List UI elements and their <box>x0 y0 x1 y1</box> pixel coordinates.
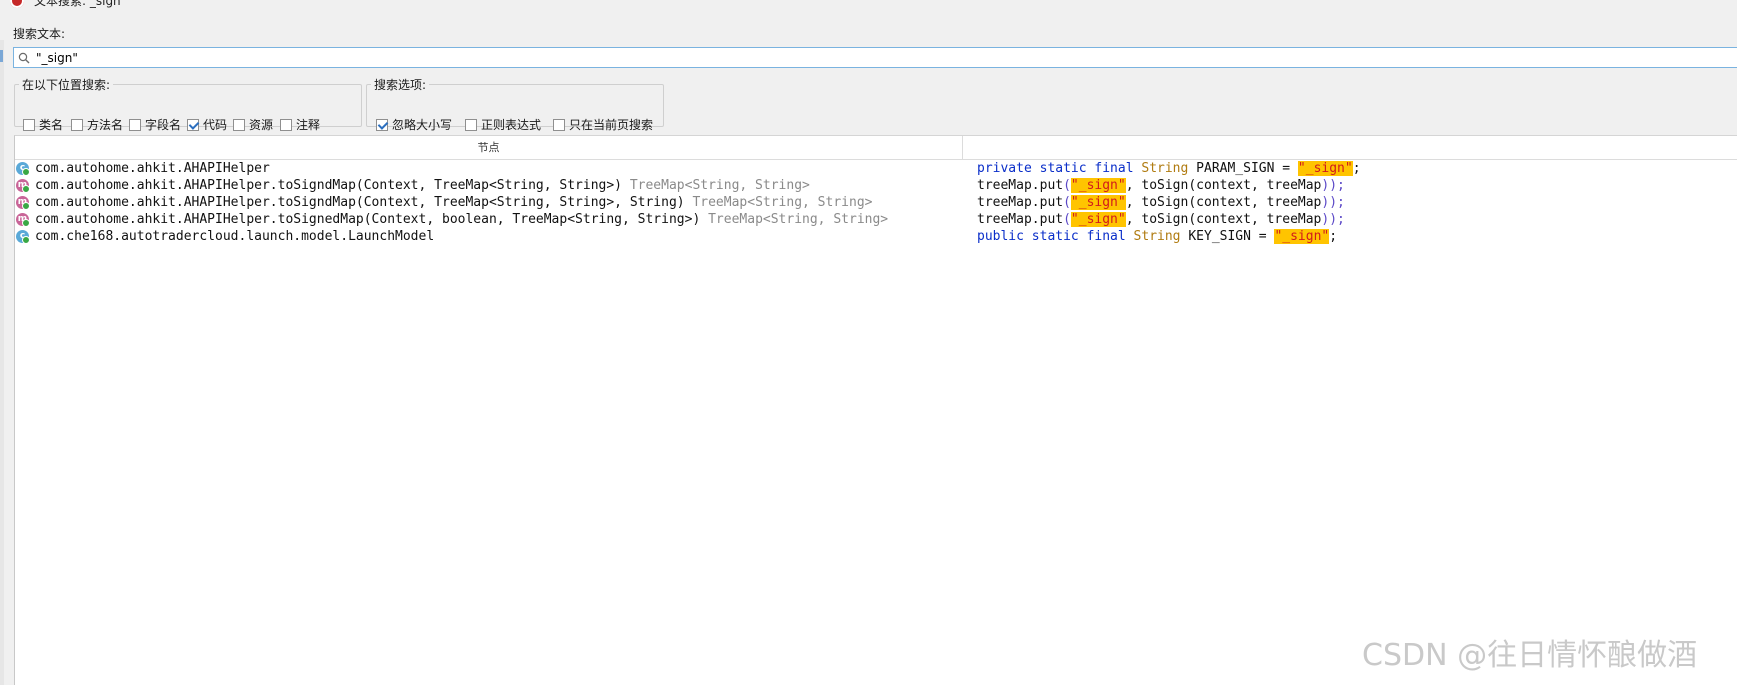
checkbox-comment[interactable]: 注释 <box>280 117 320 133</box>
code-snippet: private static final String PARAM_SIGN =… <box>977 161 1361 176</box>
checkbox-box[interactable] <box>23 119 35 131</box>
match-highlight: "_sign" <box>1070 178 1126 193</box>
search-box[interactable] <box>13 47 1737 68</box>
code-snippet: public static final String KEY_SIGN = "_… <box>977 229 1338 244</box>
match-highlight: "_sign" <box>1070 212 1126 227</box>
checkbox-method-name[interactable]: 方法名 <box>71 117 123 133</box>
checkbox-ignore-case[interactable]: 忽略大小写 <box>376 117 452 133</box>
search-label: 搜索文本: <box>13 27 66 41</box>
checkbox-box[interactable] <box>129 119 141 131</box>
class-icon: c <box>16 230 30 244</box>
return-type: TreeMap<String, String> <box>708 212 889 227</box>
watermark: CSDN @往日情怀酿做酒 <box>1362 638 1698 673</box>
node-text: com.autohome.ahkit.AHAPIHelper.toSignedM… <box>35 212 889 227</box>
return-type: TreeMap<String, String> <box>692 195 873 210</box>
checkbox-regex[interactable]: 正则表达式 <box>465 117 541 133</box>
table-row[interactable]: c com.che168.autotradercloud.launch.mode… <box>15 228 1737 245</box>
match-highlight: "_sign" <box>1070 195 1126 210</box>
table-row[interactable]: m com.autohome.ahkit.AHAPIHelper.toSignd… <box>15 194 1737 211</box>
title-bar: 文本搜索: _sign <box>0 0 1737 10</box>
method-icon: m <box>16 179 30 193</box>
node-text: com.autohome.ahkit.AHAPIHelper <box>35 161 270 176</box>
results-table[interactable]: 节点 c com.autohome.ahkit.AHAPIHelper priv… <box>14 135 1737 685</box>
checkbox-box-checked[interactable] <box>187 119 199 131</box>
code-snippet: treeMap.put("_sign", toSign(context, tre… <box>977 195 1345 210</box>
search-options-group: 搜索选项: 忽略大小写 正则表达式 只在当前页搜索 <box>366 76 664 132</box>
checkbox-box[interactable] <box>553 119 565 131</box>
search-location-legend: 在以下位置搜索: <box>22 78 111 92</box>
checkbox-current-page-only[interactable]: 只在当前页搜索 <box>553 117 653 133</box>
method-icon: m <box>16 213 30 227</box>
class-icon: c <box>16 162 30 176</box>
checkbox-box[interactable] <box>71 119 83 131</box>
search-location-group: 在以下位置搜索: 类名 方法名 字段名 代码 资源 注释 <box>14 76 362 132</box>
table-row[interactable]: c com.autohome.ahkit.AHAPIHelper private… <box>15 160 1737 177</box>
checkbox-box[interactable] <box>280 119 292 131</box>
window-title: 文本搜索: _sign <box>34 0 121 8</box>
node-text: com.autohome.ahkit.AHAPIHelper.toSigndMa… <box>35 195 873 210</box>
code-snippet: treeMap.put("_sign", toSign(context, tre… <box>977 212 1345 227</box>
search-icon <box>18 52 30 64</box>
checkbox-field-name[interactable]: 字段名 <box>129 117 181 133</box>
checkbox-box[interactable] <box>465 119 477 131</box>
checkbox-box[interactable] <box>233 119 245 131</box>
checkbox-resource[interactable]: 资源 <box>233 117 273 133</box>
checkbox-box-checked[interactable] <box>376 119 388 131</box>
match-highlight: "_sign" <box>1274 229 1330 244</box>
checkbox-code[interactable]: 代码 <box>187 117 227 133</box>
code-snippet: treeMap.put("_sign", toSign(context, tre… <box>977 178 1345 193</box>
node-text: com.autohome.ahkit.AHAPIHelper.toSigndMa… <box>35 178 810 193</box>
search-options-legend: 搜索选项: <box>374 78 427 92</box>
column-header-node[interactable]: 节点 <box>15 136 963 160</box>
match-highlight: "_sign" <box>1297 161 1353 176</box>
node-text: com.che168.autotradercloud.launch.model.… <box>35 229 435 244</box>
table-row[interactable]: m com.autohome.ahkit.AHAPIHelper.toSignd… <box>15 177 1737 194</box>
table-row[interactable]: m com.autohome.ahkit.AHAPIHelper.toSigne… <box>15 211 1737 228</box>
search-input[interactable] <box>36 49 1726 66</box>
checkbox-class-name[interactable]: 类名 <box>23 117 63 133</box>
method-icon: m <box>16 196 30 210</box>
return-type: TreeMap<String, String> <box>629 178 810 193</box>
column-header-code[interactable] <box>963 136 1737 160</box>
app-icon <box>10 0 24 8</box>
left-edge-strip <box>0 40 4 685</box>
